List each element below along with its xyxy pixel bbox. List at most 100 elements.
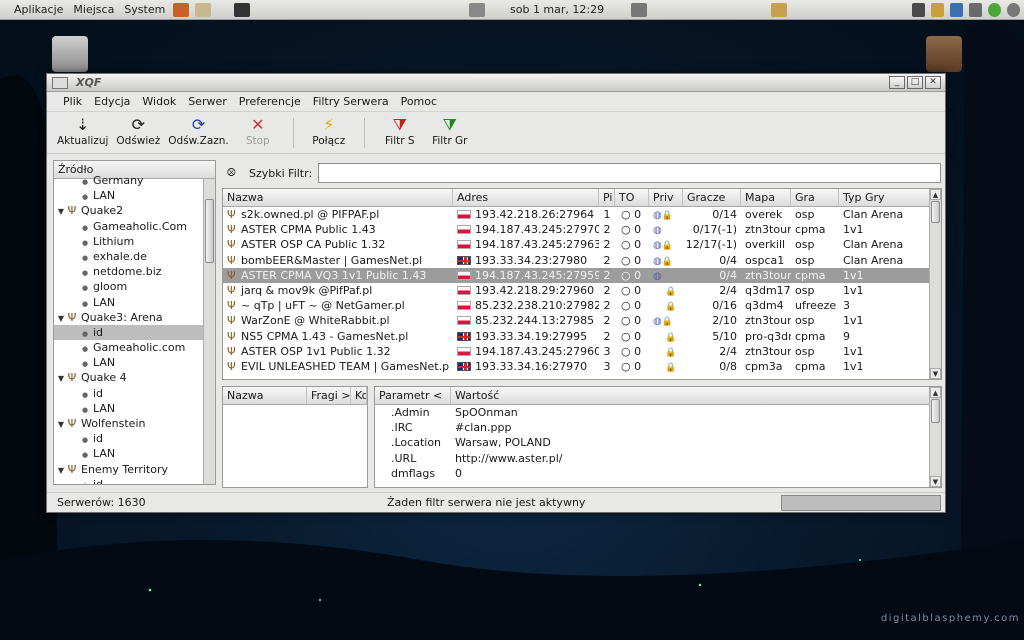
panel-menu-system[interactable]: System bbox=[119, 3, 170, 16]
expander-icon[interactable]: ▼ bbox=[56, 463, 66, 478]
source-scrollbar[interactable] bbox=[203, 179, 215, 484]
tree-group[interactable]: ▼ Ψ Enemy Territory bbox=[54, 462, 215, 477]
tree-item[interactable]: ●id bbox=[54, 386, 215, 401]
tree-item[interactable]: ●id bbox=[54, 324, 215, 341]
server-row[interactable]: Ψ ASTER OSP CA Public 1.32 194.187.43.245:… bbox=[223, 237, 941, 252]
server-info-row[interactable]: dmflags 0 bbox=[375, 466, 941, 481]
server-row[interactable]: Ψs2k.owned.pl @ PIFPAF.pl 193.42.218.26:2… bbox=[223, 207, 941, 222]
tree-item[interactable]: ● Gameaholic.Com bbox=[54, 219, 215, 234]
column-name[interactable]: Nazwa bbox=[223, 189, 453, 206]
tree-item[interactable]: ● LAN bbox=[54, 355, 215, 370]
tree-item[interactable]: ●id bbox=[54, 431, 215, 446]
scroll-down-icon[interactable]: ▼ bbox=[930, 476, 941, 487]
column-player-name[interactable]: Nazwa bbox=[223, 387, 307, 404]
quick-filter-input[interactable] bbox=[318, 163, 941, 183]
column-parameter[interactable]: Parametr < bbox=[375, 387, 451, 404]
menu-view[interactable]: Widok bbox=[136, 95, 182, 108]
applet-icon[interactable] bbox=[469, 3, 485, 17]
server-row[interactable]: Ψ EVIL UNLEASHED TEAM | GamesNet.p 193.33.… bbox=[223, 359, 941, 374]
tree-item[interactable]: ● LAN bbox=[54, 188, 215, 203]
firefox-launcher-icon[interactable] bbox=[173, 2, 190, 17]
server-filter-button[interactable]: ⧩ Filtr S bbox=[375, 112, 425, 148]
tree-group[interactable]: ▼ Ψ Wolfenstein bbox=[54, 416, 215, 431]
column-game[interactable]: Gra bbox=[791, 189, 839, 206]
server-row[interactable]: Ψjarq & mov9k @PifPaf.pl 193.42.218.29:27… bbox=[223, 283, 941, 298]
server-row[interactable]: Ψ ASTER OSP 1v1 Public 1.32 194.187.43.245… bbox=[223, 344, 941, 359]
expander-icon[interactable]: ▼ bbox=[56, 204, 66, 219]
window-menu-icon[interactable] bbox=[52, 76, 68, 89]
menu-preferences[interactable]: Preferencje bbox=[233, 95, 307, 108]
clipboard-icon[interactable] bbox=[931, 3, 944, 17]
network-signal-icon[interactable] bbox=[950, 3, 963, 17]
home-folder-applet-icon[interactable] bbox=[771, 3, 787, 17]
server-row[interactable]: ΨbombEER&Master | GamesNet.pl 193.33.34.2… bbox=[223, 253, 941, 268]
column-game-type[interactable]: Typ Gry bbox=[839, 189, 941, 206]
connect-button[interactable]: ⚡ Połącz bbox=[304, 112, 354, 148]
refresh-selected-button[interactable]: ⟳ Odśw.Zazn. bbox=[164, 112, 233, 148]
tree-item[interactable]: ● Germany bbox=[54, 173, 215, 188]
window-titlebar[interactable]: XQF _ □ ✕ bbox=[47, 74, 945, 92]
scroll-up-icon[interactable]: ▲ bbox=[930, 387, 941, 398]
tree-item[interactable]: ● exhale.de bbox=[54, 249, 215, 264]
server-list-scrollbar[interactable]: ▲ ▼ bbox=[929, 189, 941, 379]
column-timeout[interactable]: TO bbox=[615, 189, 649, 206]
column-address[interactable]: Adres bbox=[453, 189, 599, 206]
tree-item[interactable]: ● LAN bbox=[54, 446, 215, 461]
tree-group[interactable]: ▼ Ψ Quake2 bbox=[54, 203, 215, 218]
column-map[interactable]: Mapa bbox=[741, 189, 791, 206]
panel-menu-places[interactable]: Miejsca bbox=[68, 3, 119, 16]
minimize-icon[interactable]: _ bbox=[889, 76, 905, 89]
drive-desktop-icon[interactable] bbox=[52, 36, 88, 72]
menu-server[interactable]: Serwer bbox=[182, 95, 233, 108]
screen-applet-icon[interactable] bbox=[631, 3, 647, 17]
server-row[interactable]: Ψ ASTER CPMA Public 1.43 194.187.43.245:27… bbox=[223, 222, 941, 237]
server-row[interactable]: Ψ WarZonE @ WhiteRabbit.pl 85.232.244.13:2… bbox=[223, 313, 941, 328]
source-scrollbar-thumb[interactable] bbox=[205, 199, 214, 263]
server-list-scrollbar-thumb[interactable] bbox=[931, 201, 940, 223]
refresh-button[interactable]: ⟳ Odśwież bbox=[112, 112, 164, 148]
stop-button[interactable]: ✕ Stop bbox=[233, 112, 283, 148]
panel-clock[interactable]: sob 1 mar, 12:29 bbox=[510, 3, 604, 16]
column-value[interactable]: Wartość bbox=[451, 387, 941, 404]
menu-server-filters[interactable]: Filtry Serwera bbox=[307, 95, 395, 108]
clear-filter-icon[interactable]: ⮾ bbox=[227, 166, 243, 180]
terminal-launcher-icon[interactable] bbox=[234, 2, 251, 17]
column-ping[interactable]: Pi bbox=[599, 189, 615, 206]
home-desktop-icon[interactable] bbox=[926, 36, 962, 72]
update-button[interactable]: ⇣ Aktualizuj bbox=[53, 112, 112, 148]
tree-item[interactable]: ●id bbox=[54, 477, 215, 484]
tree-item[interactable]: ● gloom bbox=[54, 279, 215, 294]
update-notifier-icon[interactable] bbox=[988, 3, 1001, 17]
tree-item[interactable]: ● Lithium bbox=[54, 234, 215, 249]
tree-item[interactable]: ● LAN bbox=[54, 401, 215, 416]
panel-menu-applications[interactable]: Aplikacje bbox=[0, 3, 68, 16]
menu-file[interactable]: Plik bbox=[57, 95, 88, 108]
scroll-up-icon[interactable]: ▲ bbox=[930, 189, 941, 200]
server-info-row[interactable]: .Admin SpOOnman bbox=[375, 405, 941, 420]
file-manager-launcher-icon[interactable] bbox=[195, 2, 212, 17]
expander-icon[interactable]: ▼ bbox=[56, 371, 66, 386]
maximize-icon[interactable]: □ bbox=[907, 76, 923, 89]
expander-icon[interactable]: ▼ bbox=[56, 417, 66, 432]
server-row[interactable]: Ψ ASTER CPMA VQ3 1v1 Public 1.43 194.187.4… bbox=[223, 267, 941, 283]
column-ko[interactable]: Ko bbox=[351, 387, 367, 404]
server-info-row[interactable]: .Location Warsaw, POLAND bbox=[375, 435, 941, 450]
tree-item[interactable]: ● Gameaholic.com bbox=[54, 340, 215, 355]
expander-icon[interactable]: ▼ bbox=[56, 311, 66, 326]
server-info-scrollbar[interactable]: ▲ ▼ bbox=[929, 387, 941, 487]
tree-item[interactable]: ● LAN bbox=[54, 295, 215, 310]
scroll-down-icon[interactable]: ▼ bbox=[930, 368, 941, 379]
server-row[interactable]: Ψ NS5 CPMA 1.43 - GamesNet.pl 193.33.34.19… bbox=[223, 329, 941, 344]
close-icon[interactable]: ✕ bbox=[925, 76, 941, 89]
music-icon[interactable] bbox=[912, 3, 925, 17]
battery-icon[interactable] bbox=[969, 3, 982, 17]
player-filter-button[interactable]: ⧩ Filtr Gr bbox=[425, 112, 475, 148]
tree-item[interactable]: ● netdome.biz bbox=[54, 264, 215, 279]
server-info-row[interactable]: .URL http://www.aster.pl/ bbox=[375, 451, 941, 466]
menu-edit[interactable]: Edycja bbox=[88, 95, 136, 108]
column-frags[interactable]: Fragi > bbox=[307, 387, 351, 404]
column-players[interactable]: Gracze bbox=[683, 189, 741, 206]
column-private[interactable]: Priv bbox=[649, 189, 683, 206]
tree-group[interactable]: ▼ Ψ Quake3: Arena bbox=[54, 310, 215, 325]
server-info-scrollbar-thumb[interactable] bbox=[931, 399, 940, 423]
